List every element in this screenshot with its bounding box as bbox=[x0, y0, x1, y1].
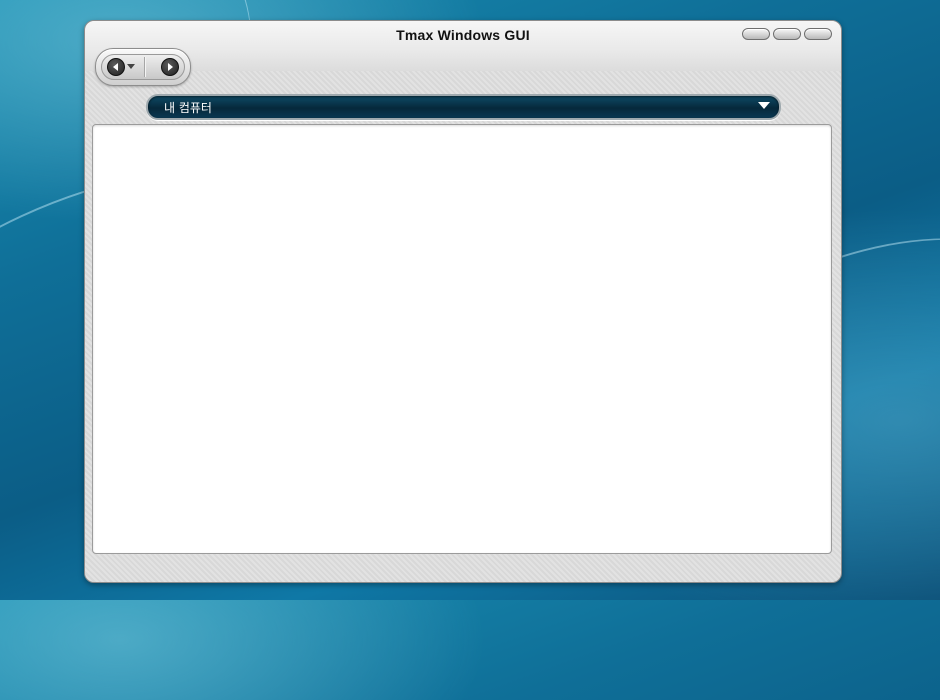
address-location-text: 내 컴퓨터 bbox=[164, 101, 212, 115]
maximize-button[interactable] bbox=[773, 28, 801, 40]
back-button[interactable] bbox=[107, 58, 125, 76]
minimize-button[interactable] bbox=[742, 28, 770, 40]
address-bar[interactable]: 내 컴퓨터 bbox=[146, 94, 781, 120]
forward-button[interactable] bbox=[161, 58, 179, 76]
navigation-controls bbox=[95, 48, 191, 86]
chevron-down-icon[interactable] bbox=[758, 102, 770, 110]
close-button[interactable] bbox=[804, 28, 832, 40]
application-window: Tmax Windows GUI 내 컴퓨터 bbox=[84, 20, 842, 583]
forward-arrow-icon bbox=[168, 63, 173, 71]
window-title: Tmax Windows GUI bbox=[396, 27, 530, 43]
history-dropdown-icon[interactable] bbox=[127, 64, 135, 70]
navigation-separator bbox=[144, 57, 146, 77]
title-bar[interactable]: Tmax Windows GUI bbox=[85, 21, 841, 71]
content-area[interactable] bbox=[92, 124, 832, 554]
navigation-controls-inner bbox=[101, 54, 185, 80]
back-arrow-icon bbox=[113, 63, 118, 71]
